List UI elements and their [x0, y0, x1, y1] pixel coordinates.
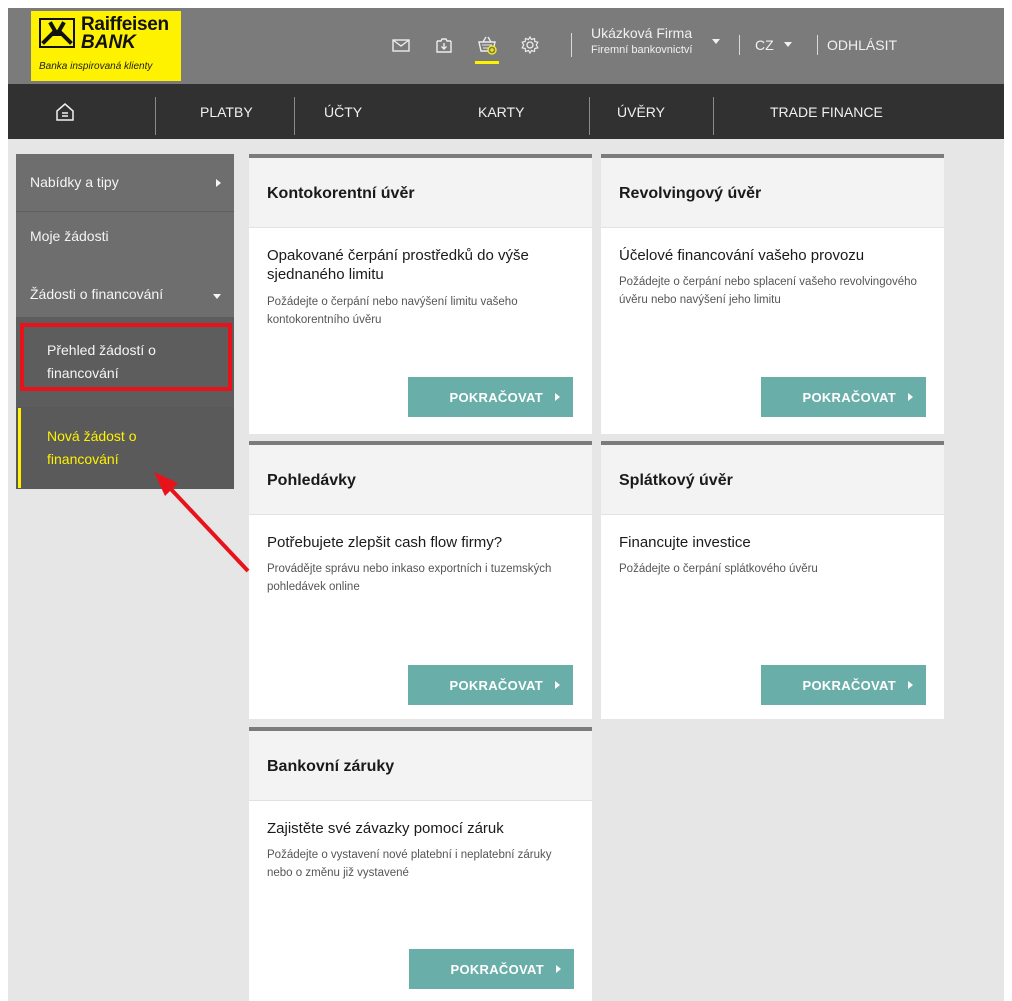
annotation-arrow	[154, 472, 250, 573]
app-frame: Raiffeisen BANK Banka inspirovaná klient…	[8, 8, 1004, 1001]
